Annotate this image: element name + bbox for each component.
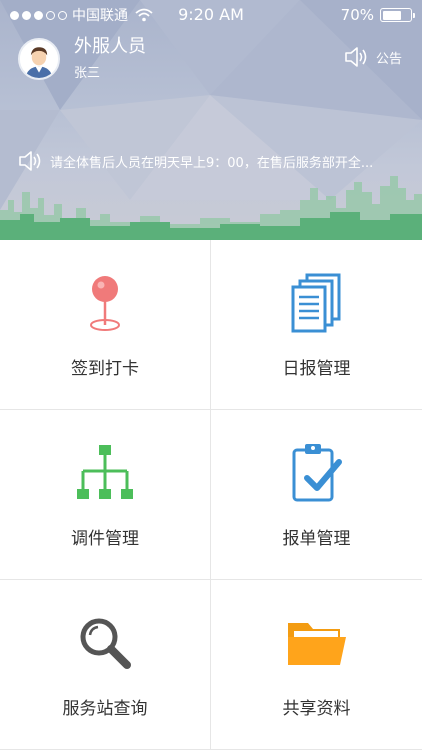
user-role: 外服人员 [74,36,146,57]
menu-item-shared-files[interactable]: 共享资料 [211,580,422,750]
announcement-button[interactable]: 公告 [344,46,402,68]
menu-item-service-station-search[interactable]: 服务站查询 [0,580,211,750]
folder-icon [287,623,346,665]
menu-item-order-report[interactable]: 报单管理 [211,410,422,580]
speaker-icon [19,151,41,171]
announcement-label: 公告 [375,51,402,67]
menu-item-label: 共享资料 [282,699,351,719]
clock: 9:20 AM [178,5,244,24]
menu-item-label: 报单管理 [282,529,351,549]
profile-header: 中国联通 9:20 AM 70% 外服人员 张三 公告 请全体售后人员在明天早上… [0,0,422,240]
menu-item-label: 日报管理 [282,359,351,379]
clipboard-check-icon [292,444,342,502]
status-bar: 中国联通 9:20 AM 70% [0,0,422,30]
documents-icon [291,273,340,333]
avatar[interactable] [18,37,60,80]
menu-item-parts-transfer[interactable]: 调件管理 [0,410,211,580]
user-profile[interactable]: 外服人员 张三 [18,36,146,81]
city-skyline-illustration [0,176,422,240]
menu-item-daily-report[interactable]: 日报管理 [211,240,422,410]
menu-item-check-in[interactable]: 签到打卡 [0,240,211,410]
magnifier-icon [80,618,131,669]
menu-item-label: 签到打卡 [71,359,139,379]
org-chart-icon [77,445,133,499]
menu-item-label: 服务站查询 [62,699,148,719]
speaker-icon [345,47,367,67]
map-pin-icon [90,276,120,331]
notice-ticker-text: 请全体售后人员在明天早上9：00，在售后服务部开全... [50,155,374,171]
menu-item-label: 调件管理 [71,529,139,549]
function-menu-grid: 签到打卡 日报管理 调件管理 报单管理 服务站查询 共享资料 [0,240,422,750]
notice-ticker[interactable]: 请全体售后人员在明天早上9：00，在售后服务部开全... [18,150,404,172]
battery-icon [380,8,415,22]
user-name: 张三 [74,66,101,81]
